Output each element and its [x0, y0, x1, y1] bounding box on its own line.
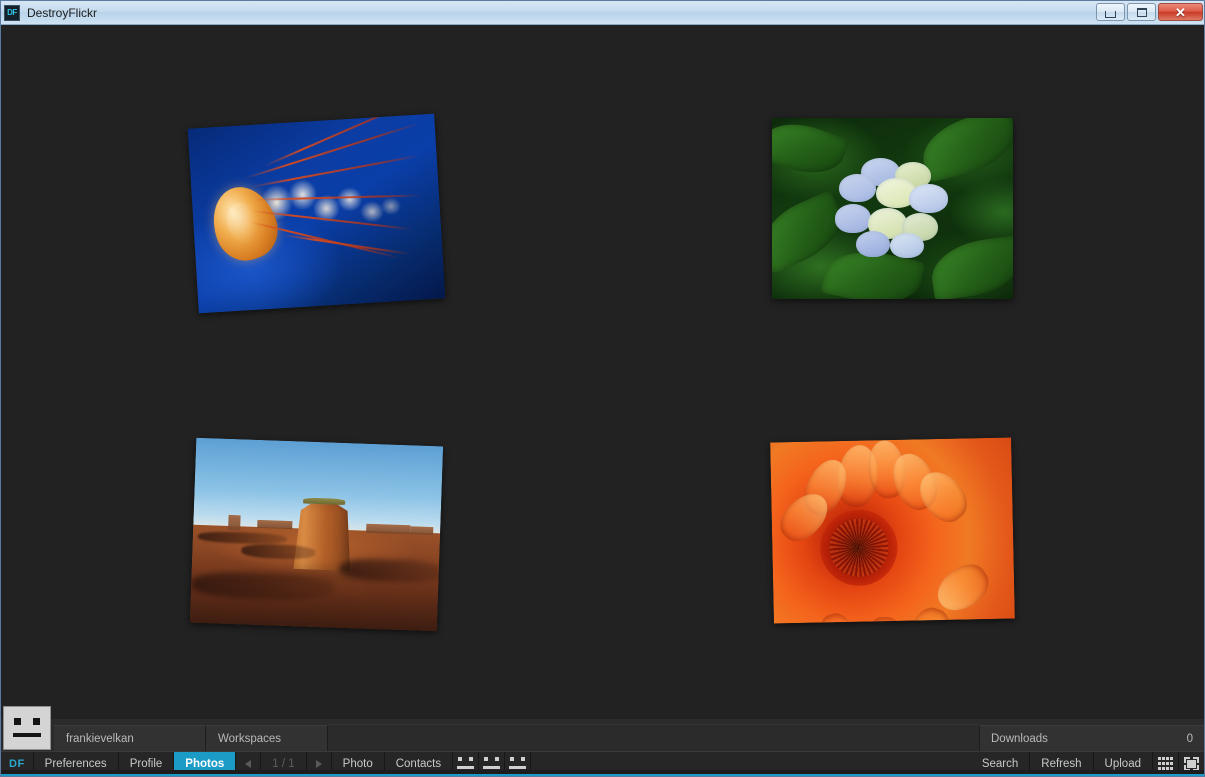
avatar-mouth — [13, 733, 41, 737]
minimize-icon — [1105, 11, 1116, 18]
avatar-eye-right — [33, 718, 40, 725]
hydrangea-floret — [909, 184, 948, 212]
title-bar: DF DestroyFlickr ✕ — [1, 1, 1205, 25]
face-view-icon-1 — [457, 757, 474, 770]
face-view-icon-2 — [483, 757, 500, 770]
minimize-button[interactable] — [1096, 3, 1125, 21]
photo-thumbnail-desert-mesa[interactable] — [190, 438, 443, 632]
downloads-panel[interactable]: Downloads 0 — [979, 725, 1204, 751]
hydrangea-floret — [856, 231, 890, 257]
photo-thumbnail-chrysanthemum[interactable] — [770, 437, 1015, 623]
mesa-butte-cap — [303, 498, 345, 505]
photo-image-desert-mesa — [190, 438, 443, 632]
application-window: DF DestroyFlickr ✕ — [0, 0, 1205, 777]
tab-label: frankievelkan — [66, 733, 134, 745]
maximize-button[interactable] — [1127, 3, 1156, 21]
user-avatar-button[interactable] — [3, 706, 51, 750]
hydrangea-bloom-cluster — [835, 158, 956, 259]
photo-image-hydrangea — [772, 118, 1013, 299]
jellyfish-artwork — [188, 114, 446, 314]
face-view-icon-3 — [509, 757, 526, 770]
mesa-distant-butte — [366, 523, 411, 534]
chrysanthemum-petal — [865, 617, 904, 623]
hydrangea-floret — [839, 174, 875, 202]
destroyflickr-app-icon: DF — [4, 5, 20, 21]
hydrangea-floret — [835, 204, 871, 232]
jellyfish-tentacle — [264, 114, 410, 167]
hydrangea-floret — [890, 233, 924, 258]
mesa-main-butte — [288, 498, 357, 571]
close-icon: ✕ — [1175, 6, 1186, 19]
maximize-icon — [1137, 8, 1147, 17]
window-title: DestroyFlickr — [27, 6, 97, 20]
grid-view-icon — [1158, 757, 1173, 770]
mesa-distant-butte — [257, 520, 292, 529]
chrysanthemum-artwork — [770, 437, 1015, 623]
chrysanthemum-center — [820, 509, 899, 587]
chevron-right-icon — [316, 760, 322, 768]
desert-mesa-artwork — [190, 438, 443, 632]
photo-canvas — [1, 25, 1204, 719]
window-controls: ✕ — [1096, 3, 1203, 21]
face-avatar-icon — [12, 717, 42, 739]
chevron-left-icon — [245, 760, 251, 768]
tab-strip-filler — [328, 724, 979, 751]
photo-thumbnail-hydrangea[interactable] — [772, 118, 1013, 299]
mesa-distant-butte — [410, 527, 432, 535]
tab-strip: frankievelkan Workspaces Downloads 0 — [1, 719, 1204, 751]
hydrangea-artwork — [772, 118, 1013, 299]
tab-workspaces[interactable]: Workspaces — [206, 725, 328, 751]
photo-thumbnail-jellyfish[interactable] — [188, 114, 446, 314]
mesa-distant-butte — [228, 515, 241, 530]
tab-frankievelkan[interactable]: frankievelkan — [54, 725, 206, 751]
downloads-label: Downloads — [991, 733, 1048, 745]
photo-image-chrysanthemum — [770, 437, 1015, 623]
tab-label: Workspaces — [218, 733, 281, 745]
avatar-eye-left — [14, 718, 21, 725]
chrysanthemum-petal — [813, 610, 866, 624]
fullscreen-icon — [1184, 757, 1199, 771]
photo-image-jellyfish — [188, 114, 446, 314]
downloads-count: 0 — [1187, 733, 1193, 745]
close-button[interactable]: ✕ — [1158, 3, 1203, 21]
